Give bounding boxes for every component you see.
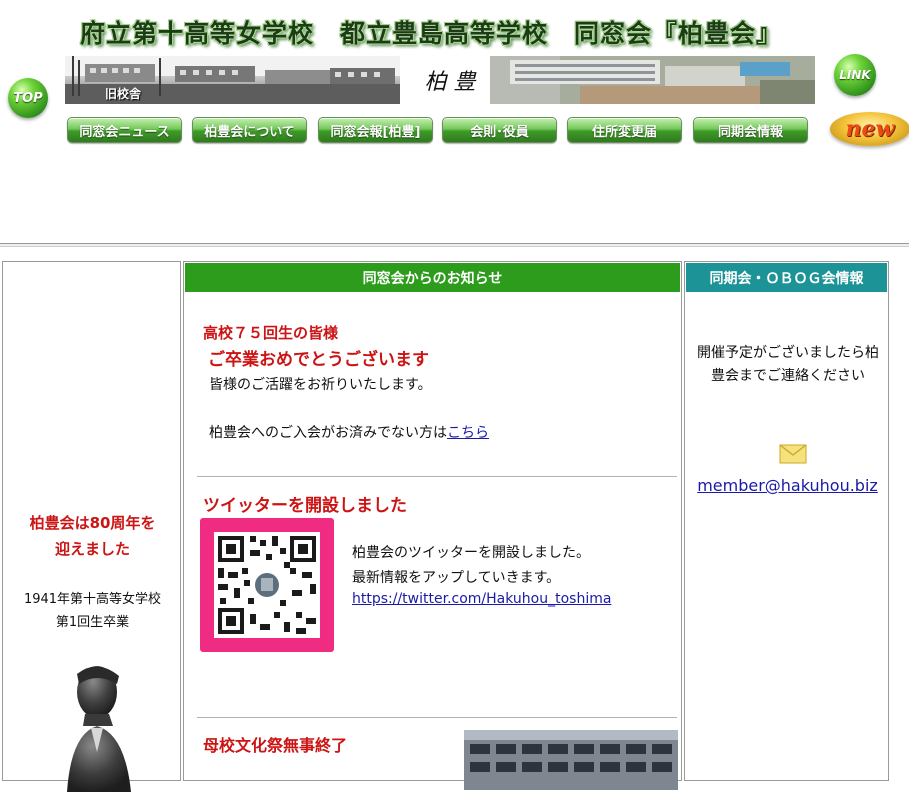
new-building-photo — [490, 56, 815, 104]
reunion-contact-message: 開催予定がございましたら柏豊会までご連絡ください — [697, 345, 879, 384]
new-building-illustration — [490, 56, 815, 104]
graduation-line-1: 1941年第十高等女学校 — [23, 592, 162, 607]
anniversary-line-2: 迎えました — [54, 540, 130, 558]
nav-about-hakuhou[interactable]: 柏豊会について — [192, 117, 307, 143]
founder-bust-image — [67, 666, 131, 792]
twitter-notice-title: ツイッターを開設しました — [203, 496, 407, 516]
first-graduation-text: 1941年第十高等女学校 第1回生卒業 — [3, 588, 182, 634]
notice-75th-title: 高校７５回生の皆様 — [203, 324, 339, 342]
anniversary-line-1: 柏豊会は80周年を — [29, 514, 156, 532]
hakuhou-calligraphy: 柏 豊 — [424, 70, 476, 95]
nav-alumni-news[interactable]: 同窓会ニュース — [67, 117, 182, 143]
notice-75th-wishes: 皆様のご活躍をお祈りいたします。 — [209, 377, 432, 393]
top-button-label: TOP — [13, 90, 43, 106]
nav-class-reunion-info[interactable]: 同期会情報 — [693, 117, 808, 143]
center-column: 同窓会からのお知らせ 高校７５回生の皆様 ご卒業おめでとうございます 皆様のご活… — [183, 261, 682, 790]
site-title: 府立第十高等女学校 都立豊島高等学校 同窓会『柏豊会』 — [80, 19, 783, 48]
notice-divider-2 — [197, 717, 677, 718]
join-prompt-text: 柏豊会へのご入会がお済みでない方は — [209, 425, 447, 441]
right-column: 同期会・ＯＢＯＧ会情報 開催予定がございましたら柏豊会までご連絡ください mem… — [684, 261, 889, 781]
nav-rules-officers[interactable]: 会則･役員 — [442, 117, 557, 143]
anniversary-text: 柏豊会は80周年を 迎えました — [3, 510, 182, 562]
festival-building-illustration — [464, 730, 678, 790]
qr-code-icon — [200, 518, 334, 652]
nav-address-change[interactable]: 住所変更届 — [567, 117, 682, 143]
festival-photo — [464, 730, 678, 790]
notice-divider — [197, 476, 677, 477]
link-button-label: LINK — [839, 68, 871, 82]
festival-notice-title: 母校文化祭無事終了 — [203, 736, 348, 755]
top-button[interactable]: TOP — [8, 78, 48, 118]
header-photo-strip: 旧校舎 柏 豊 — [65, 56, 815, 104]
nav-alumni-bulletin[interactable]: 同窓会報[柏豊] — [318, 117, 433, 143]
old-building-caption: 旧校舎 — [105, 87, 142, 101]
graduation-line-2: 第1回生卒業 — [55, 615, 130, 630]
new-badge[interactable]: new — [830, 112, 909, 146]
contact-email-link[interactable]: member@hakuhou.biz — [687, 476, 888, 495]
join-here-link[interactable]: こちら — [447, 425, 489, 441]
twitter-notice-line-1: 柏豊会のツイッターを開設しました。 — [352, 545, 590, 561]
old-building-photo: 旧校舎 — [65, 56, 400, 104]
header-divider — [0, 243, 909, 247]
left-column: 柏豊会は80周年を 迎えました 1941年第十高等女学校 第1回生卒業 — [2, 261, 182, 792]
twitter-notice-line-2: 最新情報をアップしていきます。 — [352, 570, 561, 586]
envelope-icon[interactable] — [779, 444, 807, 464]
twitter-url-link[interactable]: https://twitter.com/Hakuhou_toshima — [352, 591, 611, 607]
notices-header: 同窓会からのお知らせ — [185, 263, 680, 292]
notice-join-text: 柏豊会へのご入会がお済みでない方はこちら — [209, 422, 489, 442]
link-button[interactable]: LINK — [834, 54, 876, 96]
reunion-info-header: 同期会・ＯＢＯＧ会情報 — [686, 263, 887, 292]
twitter-qr-code — [214, 532, 320, 638]
notice-75th-congrats: ご卒業おめでとうございます — [208, 350, 429, 370]
new-badge-label: new — [845, 116, 895, 142]
